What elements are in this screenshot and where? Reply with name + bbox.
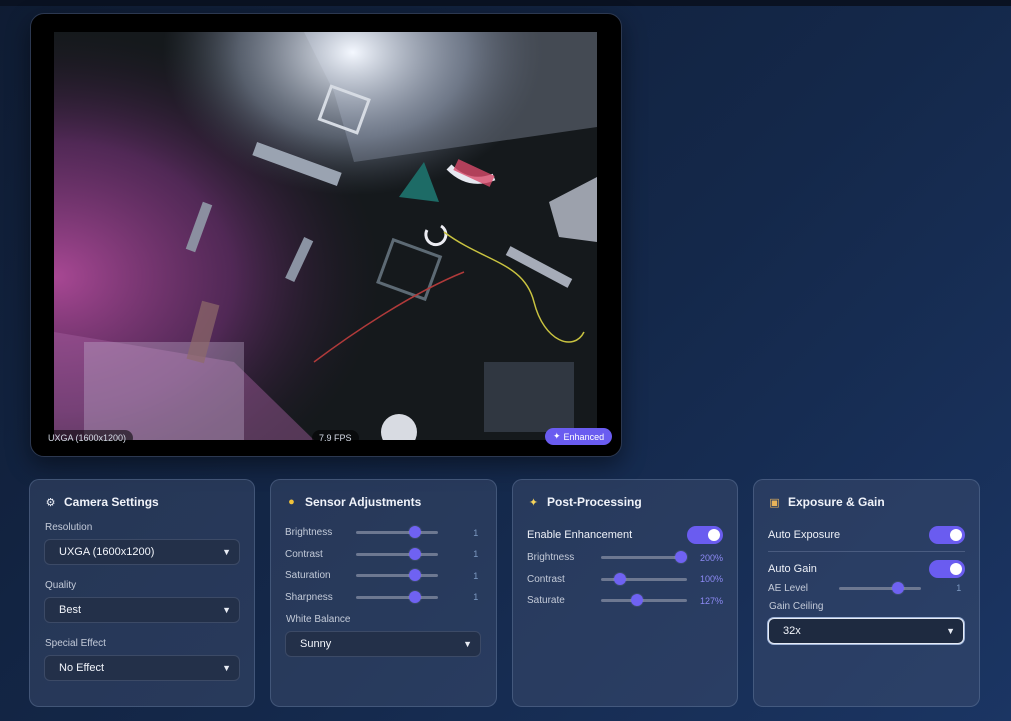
slider-row-saturation: Saturation 1 — [285, 565, 482, 587]
camera-settings-title: Camera Settings — [64, 495, 159, 509]
panel-title: ● Sensor Adjustments — [285, 494, 482, 510]
exposure-gain-panel: ▣ Exposure & Gain Auto Exposure Auto Gai… — [753, 479, 980, 707]
chevron-down-icon: ▼ — [222, 547, 231, 557]
sparkle-icon: ✦ — [553, 431, 561, 441]
white-balance-select-value: Sunny — [300, 638, 332, 650]
sensor-adjustments-panel: ● Sensor Adjustments Brightness 1 Contra… — [270, 479, 497, 707]
auto-exposure-label: Auto Exposure — [768, 528, 841, 541]
slider-row-contrast: Contrast 1 — [285, 544, 482, 566]
slider-value: 1 — [956, 583, 962, 593]
slider-value: 1 — [473, 527, 479, 538]
slider-value: 200% — [699, 552, 723, 563]
sensor-adjustments-title: Sensor Adjustments — [305, 495, 422, 509]
top-bar — [0, 0, 1011, 6]
slider-row-post-saturate: Saturate 127% — [527, 590, 723, 612]
slider-thumb[interactable] — [674, 551, 687, 564]
slider-value: 127% — [699, 595, 723, 606]
slider-thumb[interactable] — [409, 590, 422, 603]
divider — [768, 551, 965, 552]
gain-ceiling-label: Gain Ceiling — [769, 601, 824, 612]
gain-ceiling-select-value: 32x — [783, 625, 801, 637]
special-effect-label: Special Effect — [45, 638, 106, 649]
auto-exposure-row: Auto Exposure — [768, 524, 965, 545]
slider-thumb[interactable] — [409, 569, 422, 582]
sharpness-slider[interactable] — [356, 590, 439, 603]
saturation-slider[interactable] — [356, 569, 439, 582]
gain-ceiling-select[interactable]: 32x ▼ — [768, 618, 964, 644]
chevron-down-icon: ▼ — [946, 626, 955, 636]
resolution-label: Resolution — [45, 522, 93, 533]
panel-title: ✦ Post-Processing — [527, 494, 723, 510]
fps-overlay: 7.9 FPS — [312, 430, 359, 446]
quality-label: Quality — [45, 580, 77, 591]
special-effect-select-value: No Effect — [59, 662, 105, 674]
camera-feed-graphic — [54, 32, 597, 440]
slider-value: 1 — [473, 549, 479, 560]
slider-thumb[interactable] — [630, 594, 643, 607]
slider-label: Contrast — [527, 573, 565, 585]
post-processing-title: Post-Processing — [547, 495, 642, 509]
slider-row-post-brightness: Brightness 200% — [527, 547, 723, 569]
post-saturate-slider[interactable] — [601, 594, 687, 607]
chevron-down-icon: ▼ — [222, 605, 231, 615]
chevron-down-icon: ▼ — [222, 663, 231, 673]
auto-exposure-toggle[interactable] — [929, 525, 965, 544]
slider-thumb[interactable] — [409, 547, 422, 560]
slider-value: 100% — [699, 574, 723, 585]
slider-label: Saturate — [527, 595, 565, 607]
camera-feed-image — [54, 32, 597, 440]
resolution-select[interactable]: UXGA (1600x1200) ▼ — [44, 539, 240, 565]
slider-label: Sharpness — [285, 591, 333, 603]
enable-enhancement-label: Enable Enhancement — [527, 528, 633, 541]
enable-enhancement-row: Enable Enhancement — [527, 524, 723, 545]
video-preview: UXGA (1600x1200) 7.9 FPS ✦ Enhanced — [30, 13, 622, 457]
contrast-slider[interactable] — [356, 547, 439, 560]
auto-gain-row: Auto Gain — [768, 558, 965, 579]
enhanced-badge: ✦ Enhanced — [545, 428, 613, 445]
auto-gain-label: Auto Gain — [768, 562, 817, 575]
panel-title: ▣ Exposure & Gain — [768, 494, 965, 510]
white-balance-select[interactable]: Sunny ▼ — [285, 631, 481, 657]
panel-title: ⚙ Camera Settings — [44, 494, 240, 510]
slider-row-sharpness: Sharpness 1 — [285, 587, 482, 609]
slider-row-brightness: Brightness 1 — [285, 522, 482, 544]
slider-label: Contrast — [285, 548, 323, 560]
exposure-gain-title: Exposure & Gain — [788, 495, 885, 509]
slider-row-post-contrast: Contrast 100% — [527, 569, 723, 591]
chevron-down-icon: ▼ — [463, 639, 472, 649]
brightness-slider[interactable] — [356, 526, 439, 539]
gear-icon: ⚙ — [45, 496, 56, 509]
palette-icon: ● — [288, 496, 295, 508]
camera-settings-panel: ⚙ Camera Settings Resolution UXGA (1600x… — [29, 479, 255, 707]
slider-row-ae-level: AE Level 1 — [768, 579, 965, 597]
slider-label: AE Level — [768, 582, 809, 594]
sparkle-icon: ✦ — [528, 496, 539, 509]
camera-icon: ▣ — [769, 496, 780, 509]
enable-enhancement-toggle[interactable] — [687, 525, 723, 544]
slider-thumb[interactable] — [409, 526, 422, 539]
quality-select-value: Best — [59, 604, 82, 616]
resolution-select-value: UXGA (1600x1200) — [59, 546, 155, 558]
slider-label: Saturation — [285, 570, 331, 582]
enhanced-label: Enhanced — [563, 431, 605, 442]
slider-label: Brightness — [285, 527, 333, 539]
slider-value: 1 — [473, 592, 479, 603]
post-brightness-slider[interactable] — [601, 551, 687, 564]
auto-gain-toggle[interactable] — [929, 559, 965, 578]
post-contrast-slider[interactable] — [601, 572, 687, 585]
ae-level-slider[interactable] — [839, 581, 922, 594]
slider-value: 1 — [473, 570, 479, 581]
quality-select[interactable]: Best ▼ — [44, 597, 240, 623]
post-processing-panel: ✦ Post-Processing Enable Enhancement Bri… — [512, 479, 738, 707]
slider-thumb[interactable] — [892, 581, 905, 594]
white-balance-label: White Balance — [286, 614, 351, 625]
resolution-overlay: UXGA (1600x1200) — [41, 430, 134, 446]
slider-label: Brightness — [527, 552, 575, 564]
special-effect-select[interactable]: No Effect ▼ — [44, 655, 240, 681]
slider-thumb[interactable] — [614, 572, 627, 585]
